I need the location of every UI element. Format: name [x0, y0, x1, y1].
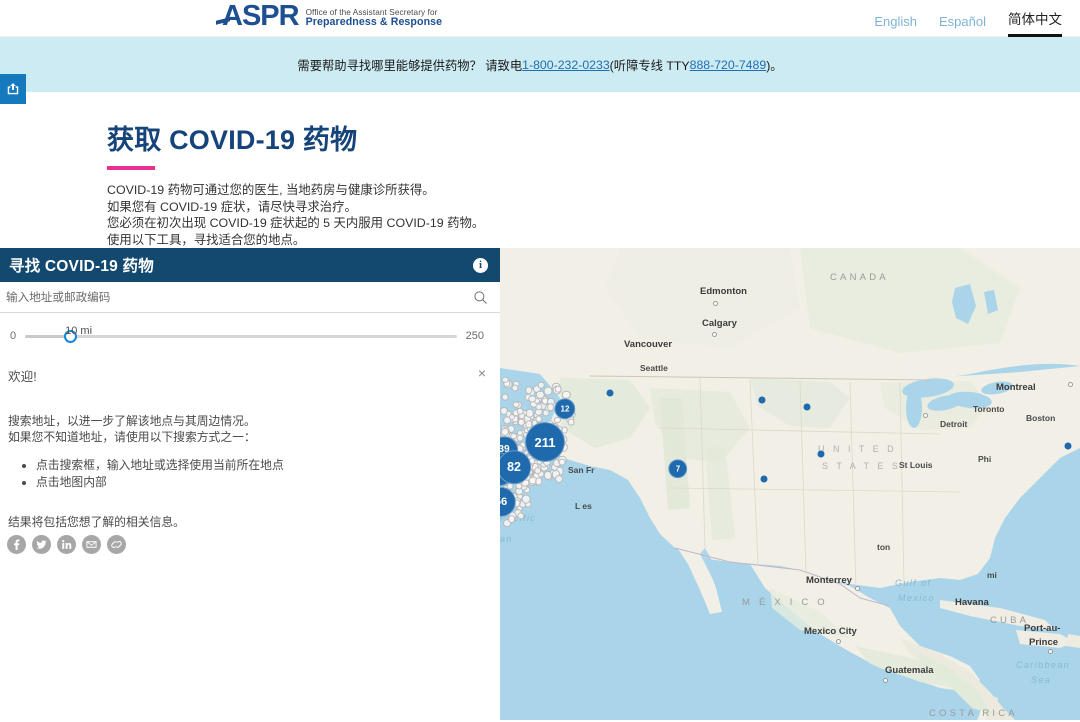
list-item: 点击搜索框，输入地址或选择使用当前所在地点	[36, 457, 486, 474]
map-city-dot	[713, 301, 718, 306]
share-icon	[7, 83, 19, 95]
map-cluster-marker[interactable]: 82	[500, 450, 531, 484]
help-alert-banner: 需要帮助寻找哪里能够提供药物？ 请致电 1-800-232-0233 (听障专线…	[0, 37, 1080, 92]
map-location-marker[interactable]	[803, 403, 811, 411]
map-location-marker[interactable]	[817, 450, 825, 458]
alert-phone-primary[interactable]: 1-800-232-0233	[522, 58, 610, 72]
intro-line-1: COVID-19 药物可通过您的医生, 当地药房与健康诊所获得。	[107, 183, 435, 197]
intro-line-3: 您必须在初次出现 COVID-19 症状起的 5 天内服用 COVID-19 药…	[107, 216, 485, 230]
welcome-header: 欢迎! ×	[8, 366, 486, 385]
aspr-logo-line2: Preparedness & Response	[305, 16, 443, 29]
welcome-footer: 结果将包括您想了解的相关信息。	[8, 515, 185, 529]
map-city-dot	[836, 639, 841, 644]
finder-panel-header: 寻找 COVID-19 药物 i	[0, 248, 500, 282]
share-email-button[interactable]	[82, 535, 101, 554]
share-link-button[interactable]	[107, 535, 126, 554]
site-header: ASPR Office of the Assistant Secretary f…	[0, 0, 1080, 37]
aspr-logo-mark: ASPR	[222, 0, 300, 32]
map-location-marker[interactable]	[1064, 442, 1072, 450]
alert-phone-tty[interactable]: 888-720-7489	[690, 58, 767, 72]
language-nav: English Español 简体中文	[874, 8, 1062, 37]
welcome-close-button[interactable]: ×	[478, 366, 486, 380]
alert-text-before: 需要帮助寻找哪里能够提供药物？ 请致电	[297, 58, 523, 73]
search-row	[0, 282, 500, 313]
facebook-icon	[14, 539, 20, 550]
share-twitter-button[interactable]	[32, 535, 51, 554]
welcome-body: 搜索地址，以进一步了解该地点与其周边情况。 如果您不知道地址，请使用以下搜索方式…	[8, 413, 486, 445]
map-city-dot	[712, 332, 717, 337]
share-button[interactable]	[0, 74, 26, 104]
alert-text-after: )。	[766, 58, 783, 73]
map-city-dot	[855, 586, 860, 591]
intro-line-2: 如果您有 COVID-19 症状，请尽快寻求治疗。	[107, 199, 357, 214]
finder-section: 寻找 COVID-19 药物 i 0 10 mi 250 欢迎! ×	[0, 248, 1080, 720]
finder-panel: 寻找 COVID-19 药物 i 0 10 mi 250 欢迎! ×	[0, 248, 500, 720]
map-cluster-marker[interactable]: 211	[525, 422, 565, 462]
lang-link-english[interactable]: English	[874, 14, 917, 32]
map-base-layer	[500, 248, 1080, 720]
slider-max-label: 250	[465, 330, 484, 342]
finder-panel-title: 寻找 COVID-19 药物	[9, 258, 154, 275]
aspr-logo-text: Office of the Assistant Secretary for Pr…	[306, 8, 443, 31]
slider-fill	[25, 335, 69, 338]
map-city-dot	[883, 678, 888, 683]
slider-track-wrap[interactable]: 10 mi	[25, 325, 457, 344]
twitter-icon	[36, 540, 47, 549]
distance-slider: 0 10 mi 250	[0, 313, 500, 344]
search-input[interactable]	[6, 290, 473, 304]
map-location-marker[interactable]	[760, 475, 768, 483]
lang-link-espanol[interactable]: Español	[939, 14, 986, 32]
map-city-dot	[1068, 382, 1073, 387]
info-icon[interactable]: i	[473, 257, 488, 273]
welcome-message: 欢迎! × 搜索地址，以进一步了解该地点与其周边情况。 如果您不知道地址，请使用…	[0, 344, 500, 530]
share-facebook-button[interactable]	[7, 535, 26, 554]
page-title: 获取 COVID-19 药物	[107, 125, 358, 155]
aspr-logo[interactable]: ASPR Office of the Assistant Secretary f…	[222, 2, 442, 31]
map-location-marker[interactable]	[606, 389, 614, 397]
welcome-bullet-list: 点击搜索框，输入地址或选择使用当前所在地点 点击地图内部	[36, 457, 486, 491]
search-icon[interactable]	[473, 290, 488, 305]
location-map[interactable]: CANADA Edmonton Calgary Vancouver Seattle Mon…	[500, 248, 1080, 720]
slider-value-label: 10 mi	[65, 325, 93, 337]
email-icon	[86, 541, 97, 548]
map-city-dot	[923, 413, 928, 418]
alert-text-middle: (听障专线 TTY	[609, 58, 690, 73]
welcome-body-line-2: 如果您不知道地址，请使用以下搜索方式之一：	[8, 430, 256, 444]
lang-link-chinese[interactable]: 简体中文	[1008, 8, 1062, 37]
share-linkedin-button[interactable]	[57, 535, 76, 554]
social-share-row	[7, 535, 126, 554]
map-location-marker[interactable]	[758, 396, 766, 404]
link-icon	[111, 541, 122, 548]
intro-section: 获取 COVID-19 药物 COVID-19 药物可通过您的医生, 当地药房与…	[0, 92, 1080, 248]
linkedin-icon	[62, 540, 72, 549]
intro-line-4: 使用以下工具，寻找适合您的地点。	[107, 232, 306, 247]
list-item: 点击地图内部	[36, 474, 486, 491]
slider-min-label: 0	[10, 330, 17, 342]
title-accent-bar	[107, 166, 155, 170]
welcome-body-line-1: 搜索地址，以进一步了解该地点与其周边情况。	[8, 414, 256, 428]
welcome-title: 欢迎!	[8, 370, 37, 384]
map-city-dot	[1048, 649, 1053, 654]
